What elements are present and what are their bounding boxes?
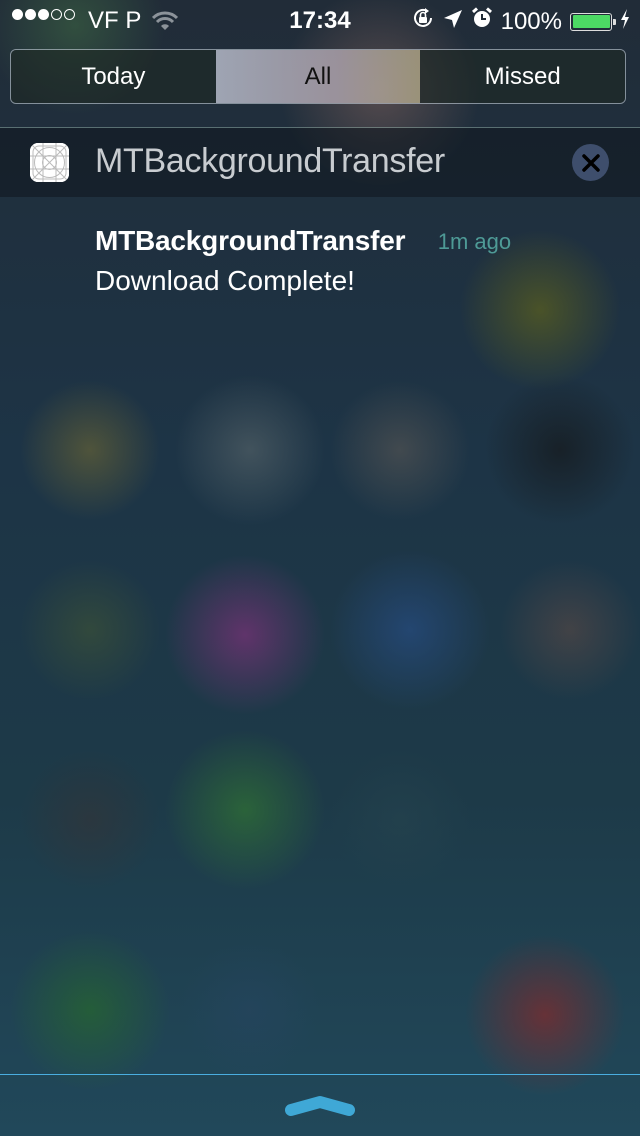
clear-notifications-button[interactable] <box>572 144 609 181</box>
battery-icon <box>570 12 616 31</box>
tab-label: Today <box>81 62 146 90</box>
notification-filter-tabs: Today All Missed <box>10 49 626 104</box>
notification-body: Download Complete! <box>95 265 355 296</box>
notification-timestamp: 1m ago <box>437 229 512 254</box>
app-placeholder-icon <box>30 143 69 182</box>
location-icon <box>443 8 463 36</box>
notification-title: MTBackgroundTransfer <box>95 225 406 256</box>
close-icon <box>581 153 600 172</box>
status-bar: VF P 17:34 100% <box>0 0 640 40</box>
app-section-header: MTBackgroundTransfer <box>0 128 640 197</box>
tab-missed[interactable]: Missed <box>420 50 625 103</box>
bottom-divider <box>0 1074 640 1075</box>
tab-label: Missed <box>484 62 561 90</box>
tab-all[interactable]: All <box>215 50 421 103</box>
close-handle-grabber[interactable] <box>284 1091 356 1122</box>
battery-percentage: 100% <box>500 7 562 35</box>
section-app-name: MTBackgroundTransfer <box>95 142 445 180</box>
chevron-up-icon <box>285 1096 355 1116</box>
tab-today[interactable]: Today <box>11 50 216 103</box>
alarm-icon <box>471 7 493 36</box>
tab-label: All <box>304 62 332 90</box>
charging-icon <box>620 8 630 36</box>
rotation-lock-icon <box>411 6 435 37</box>
notification-item[interactable]: MTBackgroundTransfer 1m ago Download Com… <box>95 225 615 297</box>
